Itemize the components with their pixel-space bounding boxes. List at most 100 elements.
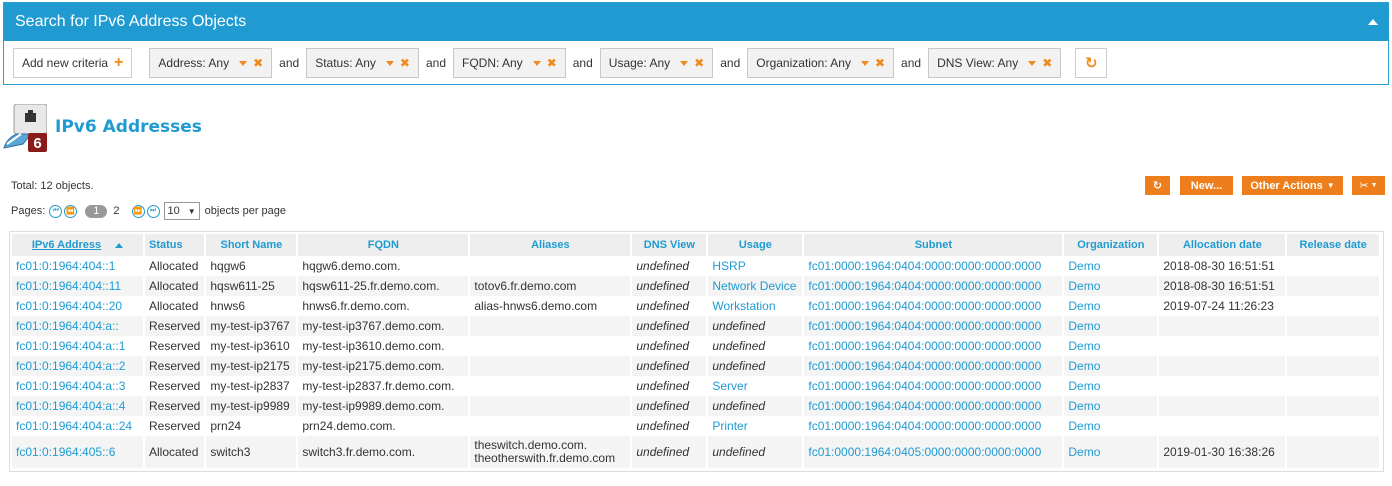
criterion-usage[interactable]: Usage: Any ✖	[599, 48, 714, 78]
cell-ipv6-address-text[interactable]: fc01:0:1964:404:a::4	[16, 399, 125, 413]
cell-subnet-text[interactable]: fc01:0000:1964:0404:0000:0000:0000:0000	[808, 319, 1041, 333]
table-row[interactable]: fc01:0:1964:405::6 Allocated switch3 switch…	[12, 436, 1381, 468]
cell-ipv6-address-text[interactable]: fc01:0:1964:404:a::1	[16, 339, 125, 353]
remove-icon[interactable]: ✖	[400, 56, 410, 70]
cell-ipv6-address[interactable]: fc01:0:1964:405::6	[12, 436, 145, 468]
cell-ipv6-address[interactable]: fc01:0:1964:404:a::3	[12, 376, 145, 396]
refresh-list-button[interactable]: ↻	[1145, 176, 1170, 195]
cell-ipv6-address[interactable]: fc01:0:1964:404::20	[12, 296, 145, 316]
cell-usage[interactable]: Server	[707, 376, 805, 396]
refresh-search-button[interactable]: ↻	[1075, 48, 1108, 78]
cell-subnet[interactable]: fc01:0000:1964:0405:0000:0000:0000:0000	[803, 436, 1065, 468]
collapse-up-icon[interactable]	[1368, 19, 1378, 25]
cell-organization[interactable]: Demo	[1063, 416, 1160, 436]
add-criteria-button[interactable]: Add new criteria +	[13, 48, 133, 78]
cell-ipv6-address[interactable]: fc01:0:1964:404::11	[12, 276, 145, 296]
last-page-icon[interactable]: ⏭	[146, 204, 160, 218]
cell-subnet[interactable]: fc01:0000:1964:0404:0000:0000:0000:0000	[803, 276, 1065, 296]
next-page-icon[interactable]: ⏩	[131, 204, 145, 218]
cell-ipv6-address[interactable]: fc01:0:1964:404:a::4	[12, 396, 145, 416]
cell-usage-text[interactable]: Workstation	[712, 299, 775, 313]
cell-ipv6-address-text[interactable]: fc01:0:1964:405::6	[16, 445, 115, 459]
cell-subnet-text[interactable]: fc01:0000:1964:0404:0000:0000:0000:0000	[808, 299, 1041, 313]
cell-organization-text[interactable]: Demo	[1068, 319, 1100, 333]
cell-organization[interactable]: Demo	[1063, 396, 1160, 416]
caret-down-icon[interactable]	[532, 60, 541, 66]
remove-icon[interactable]: ✖	[1042, 56, 1052, 70]
caret-down-icon[interactable]	[860, 60, 869, 66]
cell-ipv6-address[interactable]: fc01:0:1964:404:a::1	[12, 336, 145, 356]
caret-down-icon[interactable]	[239, 60, 248, 66]
search-header[interactable]: Search for IPv6 Address Objects	[4, 3, 1388, 41]
col-dns-view[interactable]: DNS View	[631, 234, 709, 256]
cell-organization-text[interactable]: Demo	[1068, 419, 1100, 433]
tools-button[interactable]: ✂ ▼	[1352, 176, 1385, 195]
cell-ipv6-address[interactable]: fc01:0:1964:404:a::24	[12, 416, 145, 436]
other-actions-button[interactable]: Other Actions ▼	[1242, 176, 1343, 195]
cell-organization[interactable]: Demo	[1063, 436, 1160, 468]
cell-usage[interactable]: Workstation	[707, 296, 805, 316]
caret-down-icon[interactable]	[1028, 60, 1037, 66]
remove-icon[interactable]: ✖	[547, 56, 557, 70]
cell-subnet[interactable]: fc01:0000:1964:0404:0000:0000:0000:0000	[803, 376, 1065, 396]
cell-subnet[interactable]: fc01:0000:1964:0404:0000:0000:0000:0000	[803, 296, 1065, 316]
cell-usage-text[interactable]: Network Device	[712, 279, 796, 293]
cell-subnet[interactable]: fc01:0000:1964:0404:0000:0000:0000:0000	[803, 396, 1065, 416]
cell-organization[interactable]: Demo	[1063, 376, 1160, 396]
col-usage[interactable]: Usage	[707, 234, 805, 256]
criterion-dns-view[interactable]: DNS View: Any ✖	[928, 48, 1062, 78]
cell-subnet-text[interactable]: fc01:0000:1964:0405:0000:0000:0000:0000	[808, 445, 1041, 459]
cell-usage-text[interactable]: Printer	[712, 419, 747, 433]
cell-organization-text[interactable]: Demo	[1068, 339, 1100, 353]
cell-ipv6-address[interactable]: fc01:0:1964:404::1	[12, 256, 145, 276]
cell-organization-text[interactable]: Demo	[1068, 445, 1100, 459]
cell-organization-text[interactable]: Demo	[1068, 379, 1100, 393]
cell-subnet[interactable]: fc01:0000:1964:0404:0000:0000:0000:0000	[803, 416, 1065, 436]
cell-usage[interactable]: Printer	[707, 416, 805, 436]
cell-organization[interactable]: Demo	[1063, 316, 1160, 336]
cell-ipv6-address[interactable]: fc01:0:1964:404:a::	[12, 316, 145, 336]
cell-organization[interactable]: Demo	[1063, 276, 1160, 296]
cell-subnet[interactable]: fc01:0000:1964:0404:0000:0000:0000:0000	[803, 336, 1065, 356]
cell-ipv6-address-text[interactable]: fc01:0:1964:404:a::3	[16, 379, 125, 393]
cell-subnet-text[interactable]: fc01:0000:1964:0404:0000:0000:0000:0000	[808, 279, 1041, 293]
page-link-2[interactable]: 2	[113, 205, 119, 217]
per-page-select[interactable]: 10 ▼	[163, 202, 200, 220]
cell-usage[interactable]: Network Device	[707, 276, 805, 296]
cell-subnet-text[interactable]: fc01:0000:1964:0404:0000:0000:0000:0000	[808, 379, 1041, 393]
cell-organization[interactable]: Demo	[1063, 336, 1160, 356]
new-button[interactable]: New...	[1180, 176, 1233, 195]
cell-organization-text[interactable]: Demo	[1068, 359, 1100, 373]
col-subnet[interactable]: Subnet	[803, 234, 1065, 256]
cell-ipv6-address[interactable]: fc01:0:1964:404:a::2	[12, 356, 145, 376]
table-row[interactable]: fc01:0:1964:404:a::24 Reserved prn24 prn24.…	[12, 416, 1381, 436]
criterion-fqdn[interactable]: FQDN: Any ✖	[453, 48, 566, 78]
col-ipv6-address[interactable]: IPv6 Address	[12, 234, 145, 256]
remove-icon[interactable]: ✖	[253, 56, 263, 70]
cell-organization-text[interactable]: Demo	[1068, 279, 1100, 293]
criterion-status[interactable]: Status: Any ✖	[306, 48, 419, 78]
table-row[interactable]: fc01:0:1964:404:a:: Reserved my-test-ip376…	[12, 316, 1381, 336]
table-row[interactable]: fc01:0:1964:404:a::2 Reserved my-test-ip21…	[12, 356, 1381, 376]
cell-organization[interactable]: Demo	[1063, 256, 1160, 276]
cell-ipv6-address-text[interactable]: fc01:0:1964:404::11	[16, 279, 121, 293]
criterion-organization[interactable]: Organization: Any ✖	[747, 48, 895, 78]
table-row[interactable]: fc01:0:1964:404:a::3 Reserved my-test-ip28…	[12, 376, 1381, 396]
cell-ipv6-address-text[interactable]: fc01:0:1964:404:a::	[16, 319, 119, 333]
cell-subnet-text[interactable]: fc01:0000:1964:0404:0000:0000:0000:0000	[808, 339, 1041, 353]
cell-organization[interactable]: Demo	[1063, 296, 1160, 316]
criterion-address[interactable]: Address: Any ✖	[149, 48, 273, 78]
previous-page-icon[interactable]: ⏪	[64, 204, 78, 218]
cell-ipv6-address-text[interactable]: fc01:0:1964:404:a::24	[16, 419, 132, 433]
first-page-icon[interactable]: ⏮	[49, 204, 63, 218]
table-row[interactable]: fc01:0:1964:404:a::4 Reserved my-test-ip99…	[12, 396, 1381, 416]
cell-subnet-text[interactable]: fc01:0000:1964:0404:0000:0000:0000:0000	[808, 359, 1041, 373]
cell-organization-text[interactable]: Demo	[1068, 299, 1100, 313]
cell-ipv6-address-text[interactable]: fc01:0:1964:404::1	[16, 259, 115, 273]
cell-subnet-text[interactable]: fc01:0000:1964:0404:0000:0000:0000:0000	[808, 399, 1041, 413]
table-row[interactable]: fc01:0:1964:404::11 Allocated hqsw611-25 hq…	[12, 276, 1381, 296]
cell-usage-text[interactable]: Server	[712, 379, 747, 393]
cell-subnet-text[interactable]: fc01:0000:1964:0404:0000:0000:0000:0000	[808, 419, 1041, 433]
remove-icon[interactable]: ✖	[875, 56, 885, 70]
cell-subnet[interactable]: fc01:0000:1964:0404:0000:0000:0000:0000	[803, 316, 1065, 336]
